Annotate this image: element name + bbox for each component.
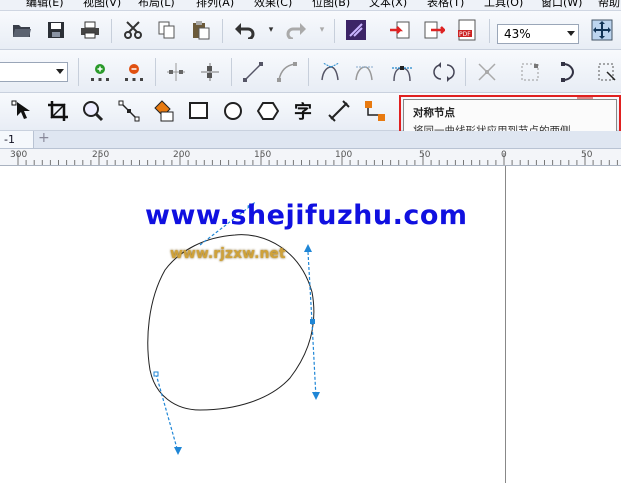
connector-tool-icon[interactable] — [362, 98, 388, 124]
add-tab-button[interactable]: + — [38, 130, 50, 146]
launch-icon[interactable] — [343, 17, 369, 43]
full-screen-icon[interactable] — [589, 17, 615, 43]
pdf-icon[interactable]: PDF — [455, 17, 481, 43]
undo-dropdown-icon[interactable]: ▾ — [258, 17, 284, 43]
symmetric-node-icon[interactable] — [389, 59, 415, 85]
reverse-direction-icon[interactable] — [431, 59, 457, 85]
handle-arrow — [174, 447, 182, 455]
stretch-nodes-icon[interactable] — [517, 59, 543, 85]
add-node-icon[interactable] — [87, 59, 113, 85]
menu-layout[interactable]: 布局(L) — [138, 0, 175, 10]
watermark-secondary: www.rjzxw.net — [170, 246, 286, 262]
cut-icon[interactable] — [120, 17, 146, 43]
export-icon[interactable] — [421, 17, 447, 43]
menu-table[interactable]: 表格(T) — [427, 0, 464, 10]
handle-arrow — [312, 392, 320, 400]
delete-node-icon[interactable] — [121, 59, 147, 85]
node-select-combo[interactable] — [0, 62, 68, 82]
text-tool-icon[interactable]: 字 — [290, 98, 316, 124]
curve-tool-icon[interactable] — [116, 98, 142, 124]
zoom-level-value: 43% — [504, 27, 531, 41]
open-icon[interactable] — [9, 17, 35, 43]
smooth-node-icon[interactable] — [351, 59, 377, 85]
to-curve-icon[interactable] — [274, 59, 300, 85]
document-tab-bar: -1 + — [0, 130, 621, 149]
document-tab-label: -1 — [4, 133, 15, 146]
node-point — [153, 371, 159, 377]
menu-bar: 编辑(E) 视图(V) 布局(L) 排列(A) 效果(C) 位图(B) 文本(X… — [0, 0, 621, 11]
control-handle-line — [307, 251, 317, 399]
rectangle-tool-icon[interactable] — [186, 98, 212, 124]
smart-fill-icon[interactable] — [151, 98, 177, 124]
import-icon[interactable] — [387, 17, 413, 43]
menu-effects[interactable]: 效果(C) — [254, 0, 292, 10]
control-handle-line — [155, 373, 179, 453]
cusp-node-icon[interactable] — [317, 59, 343, 85]
menu-text[interactable]: 文本(X) — [369, 0, 407, 10]
shape-tool-icon[interactable] — [9, 98, 35, 124]
break-curve-icon[interactable] — [197, 59, 223, 85]
menu-window[interactable]: 窗口(W) — [541, 0, 582, 10]
document-tab[interactable]: -1 — [0, 131, 34, 148]
standard-toolbar: ▾ ▾ PDF 43% — [0, 11, 621, 50]
undo-icon[interactable] — [232, 17, 258, 43]
copy-icon[interactable] — [154, 17, 180, 43]
ruler-label: 50 — [581, 150, 593, 160]
print-icon[interactable] — [77, 17, 103, 43]
join-nodes-icon[interactable] — [163, 59, 189, 85]
polygon-tool-icon[interactable] — [255, 98, 281, 124]
redo-icon[interactable] — [283, 17, 309, 43]
chevron-down-icon — [567, 31, 575, 36]
property-bar — [0, 50, 621, 144]
menu-bitmaps[interactable]: 位图(B) — [312, 0, 350, 10]
rotate-nodes-icon[interactable] — [554, 59, 580, 85]
ruler-label: 200 — [173, 150, 191, 160]
ruler-label: 150 — [254, 150, 272, 160]
to-line-icon[interactable] — [240, 59, 266, 85]
menu-arrange[interactable]: 排列(A) — [196, 0, 234, 10]
redo-dropdown-icon[interactable]: ▾ — [309, 17, 335, 43]
handle-arrow — [304, 244, 312, 252]
align-nodes-icon[interactable] — [594, 59, 620, 85]
ruler-label: 300 — [10, 150, 28, 160]
menu-tools[interactable]: 工具(O) — [484, 0, 523, 10]
save-icon[interactable] — [43, 17, 69, 43]
chevron-down-icon — [56, 69, 64, 74]
horizontal-ruler: 300 250 200 150 100 50 0 50 — [0, 149, 621, 166]
paste-icon[interactable] — [188, 17, 214, 43]
ruler-label: 100 — [335, 150, 353, 160]
dimension-tool-icon[interactable] — [326, 98, 352, 124]
ruler-label: 0 — [501, 150, 507, 160]
menu-view[interactable]: 视图(V) — [83, 0, 121, 10]
crop-tool-icon[interactable] — [45, 98, 71, 124]
zoom-level-select[interactable]: 43% — [497, 24, 579, 44]
menu-edit[interactable]: 编辑(E) — [26, 0, 64, 10]
node-point — [310, 319, 315, 324]
zoom-tool-icon[interactable] — [80, 98, 106, 124]
ruler-label: 50 — [419, 150, 431, 160]
extract-subpath-icon[interactable] — [474, 59, 500, 85]
watermark-main: www.shejifuzhu.com — [145, 200, 468, 231]
ellipse-tool-icon[interactable] — [220, 98, 246, 124]
ruler-label: 250 — [92, 150, 110, 160]
svg-text:PDF: PDF — [459, 31, 471, 38]
menu-help[interactable]: 帮助 — [598, 0, 620, 10]
